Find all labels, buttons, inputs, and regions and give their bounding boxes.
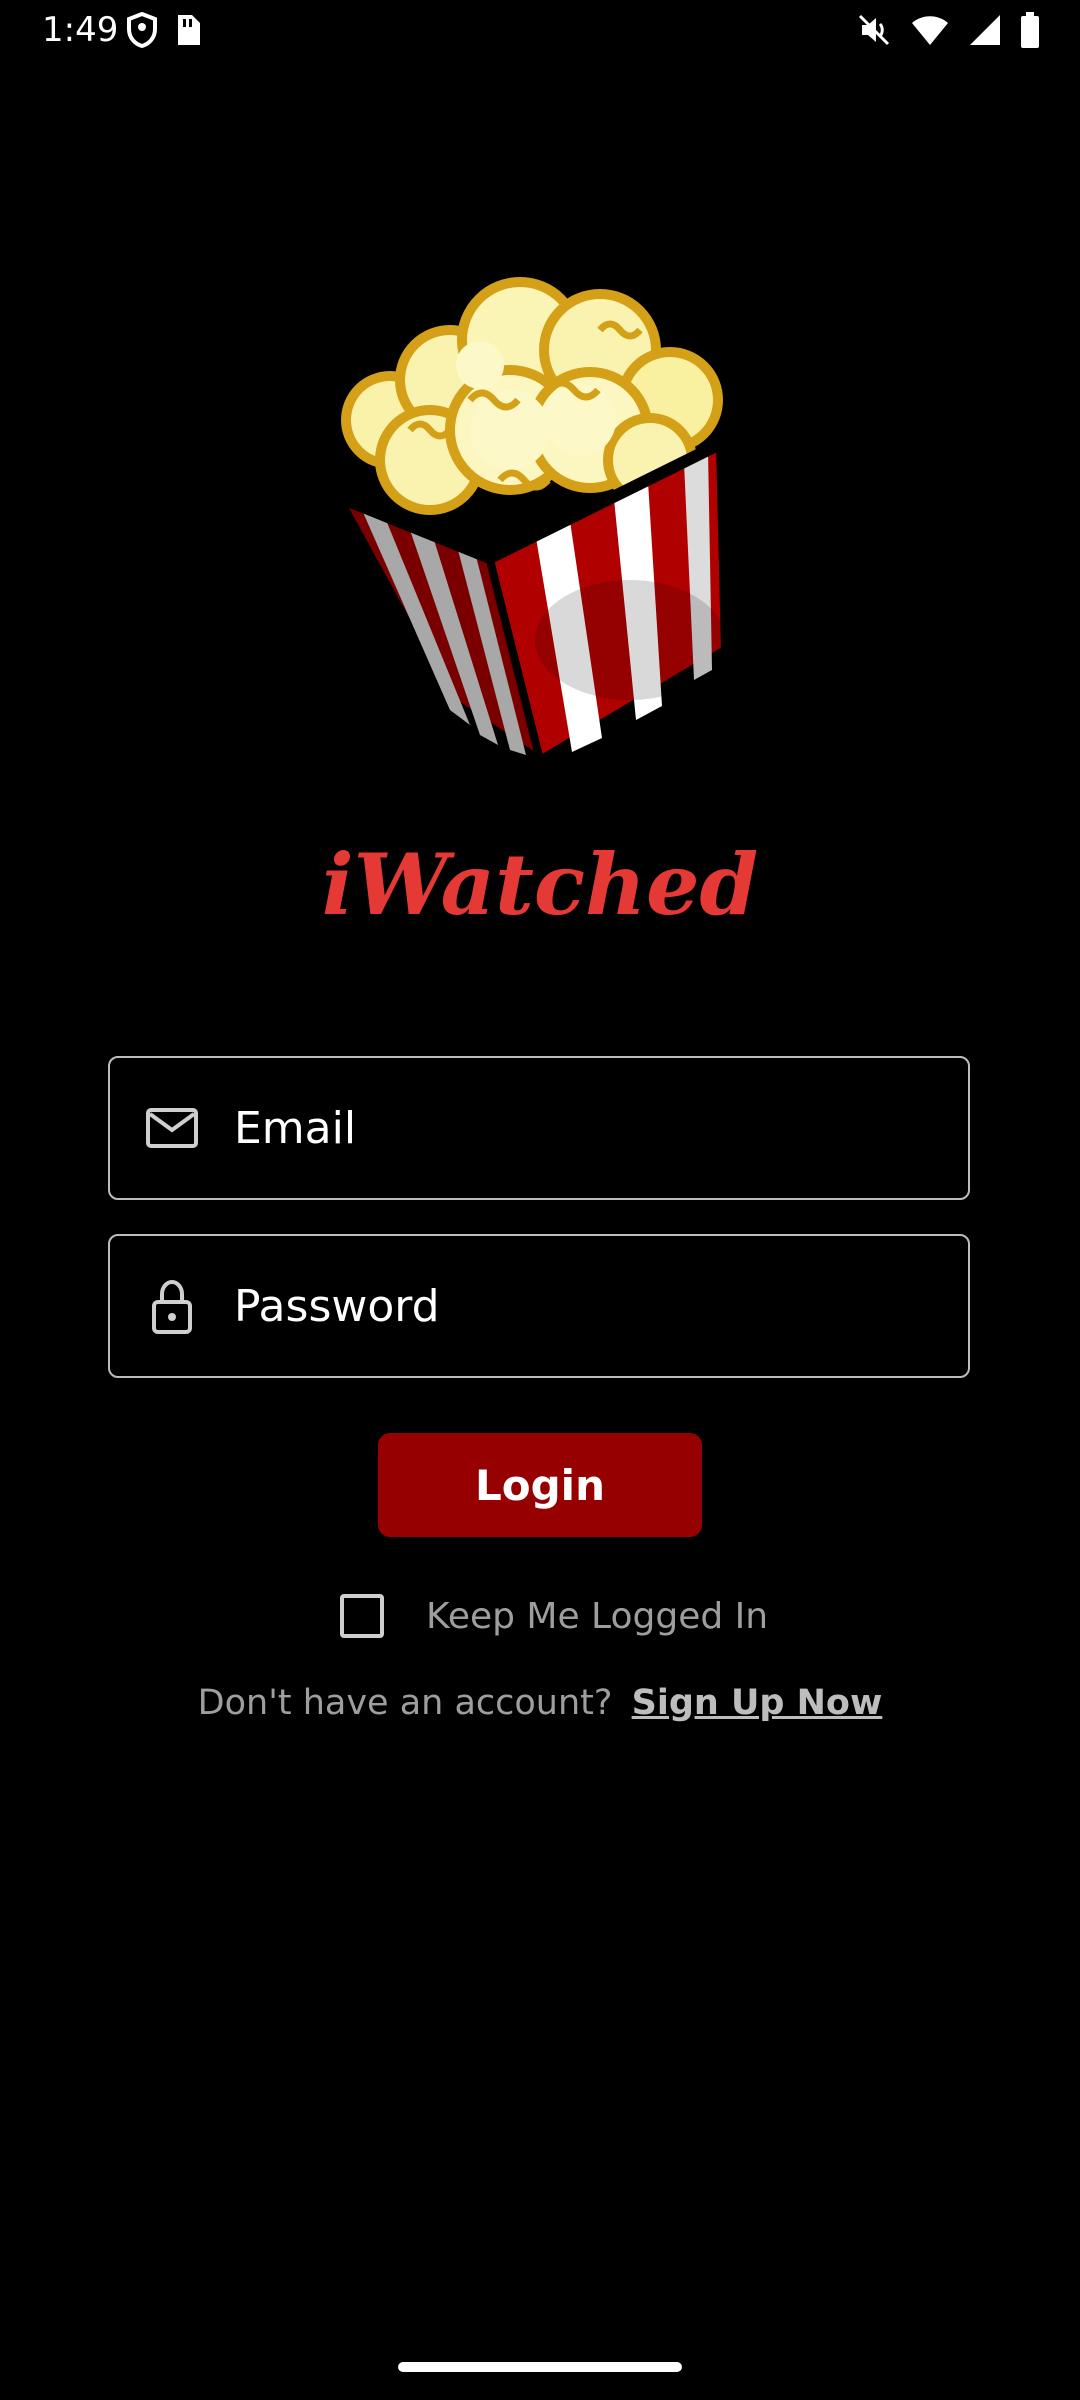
shield-icon [126,11,158,53]
wifi-icon [910,13,950,52]
mute-icon [856,12,892,53]
home-indicator[interactable] [398,2362,682,2372]
lock-icon [144,1278,200,1334]
signup-prompt-text: Don't have an account? [197,1683,613,1723]
sim-card-icon [174,13,202,52]
status-time: 1:49 [42,10,119,50]
status-left-icons [126,11,202,53]
keep-logged-in-row[interactable]: Keep Me Logged In [340,1588,768,1644]
signup-link[interactable]: Sign Up Now [632,1683,883,1723]
status-right-icons [856,11,1040,53]
keep-logged-in-checkbox[interactable] [340,1594,384,1638]
mail-icon [144,1100,200,1156]
popcorn-logo [300,190,780,770]
app-title: iWatched [321,835,759,934]
signal-icon [968,13,1002,52]
email-input[interactable] [234,1058,954,1198]
status-bar: 1:49 [0,0,1080,64]
keep-logged-in-label: Keep Me Logged In [426,1595,769,1637]
signup-prompt-row: Don't have an account? Sign Up Now [0,1678,1080,1728]
login-button[interactable]: Login [378,1433,702,1537]
password-input[interactable] [234,1236,954,1376]
email-field[interactable] [108,1056,970,1200]
battery-icon [1020,11,1040,53]
password-field[interactable] [108,1234,970,1378]
